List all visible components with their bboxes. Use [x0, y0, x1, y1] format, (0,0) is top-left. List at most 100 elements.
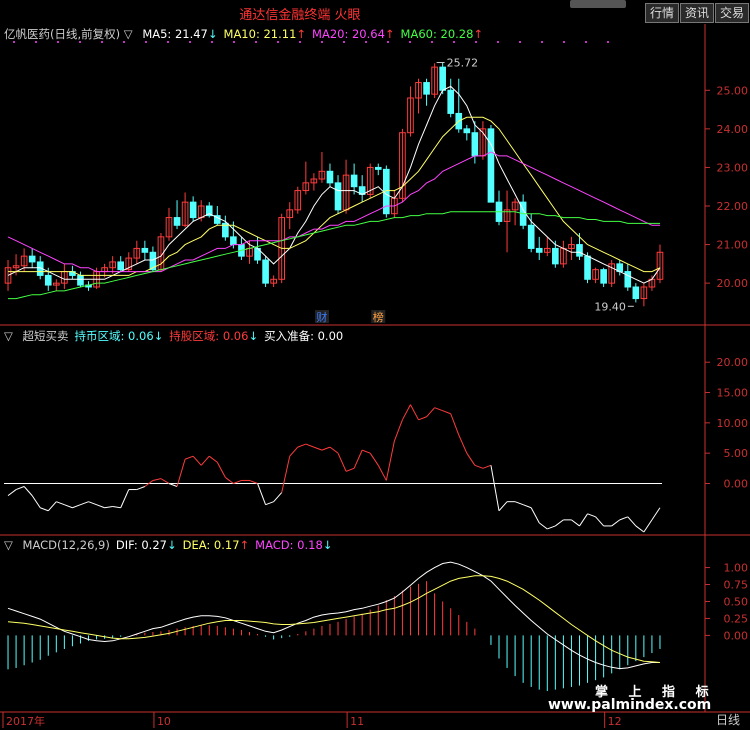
down-candle: [334, 182, 342, 211]
down-candle: [77, 274, 84, 286]
indicator-segment: [321, 446, 331, 451]
x-tick-label: 2017年: [6, 714, 45, 728]
indicator-segment: [401, 404, 411, 421]
indicator-segment: [305, 443, 315, 448]
signal-dot: [255, 41, 257, 43]
indicator-segment: [176, 459, 186, 487]
signal-dot: [299, 41, 301, 43]
y-tick-label: 22.00: [717, 200, 749, 213]
down-candle: [584, 255, 591, 280]
down-candle: [552, 247, 559, 265]
indicator-segment: [192, 455, 202, 466]
stock-chart[interactable]: 20.00 21.00 22.00 23.00 24.00 25.00 0.00 5.00 10…: [0, 0, 750, 730]
signal-dot: [79, 41, 81, 43]
y-tick-label: 23.00: [717, 161, 749, 174]
indicator-segment: [571, 519, 580, 527]
signal-dot: [387, 41, 389, 43]
site-watermark: www.palmindex.com: [548, 697, 712, 713]
down-candle: [326, 170, 334, 184]
indicator-segment: [337, 452, 347, 472]
down-candle: [632, 286, 640, 300]
signal-dot: [343, 41, 345, 43]
indicator-segment: [514, 501, 524, 506]
low-price-label: 19.40: [594, 300, 626, 313]
indicator-segment: [498, 501, 508, 512]
ma20-line: [7, 151, 660, 273]
event-marker-0: 财: [316, 310, 327, 324]
indicator-segment: [329, 446, 339, 454]
signal-dot: [233, 41, 235, 43]
signal-dot: [101, 41, 103, 43]
indicator-segment: [112, 506, 121, 509]
indicator-segment: [450, 413, 460, 436]
signal-dot: [57, 41, 59, 43]
signal-dot: [497, 41, 499, 43]
signal-dot: [607, 41, 609, 43]
indicator-segment: [136, 486, 146, 491]
signal-dot: [431, 41, 433, 43]
indicator-segment: [361, 449, 371, 454]
indicator-segment: [530, 507, 540, 524]
event-marker-1: 榜: [373, 310, 384, 324]
signal-dot: [519, 41, 521, 43]
indicator-segment: [393, 419, 403, 442]
indicator-segment: [643, 519, 653, 533]
indicator-segment: [547, 525, 556, 530]
indicator-segment: [216, 462, 226, 478]
down-candle: [439, 66, 446, 91]
indicator-segment: [442, 410, 451, 415]
indicator-segment: [651, 507, 661, 521]
signal-dot: [277, 41, 279, 43]
indicator-segment: [200, 455, 210, 466]
indicator-segment: [273, 492, 283, 503]
indicator-segment: [458, 434, 468, 454]
down-candle: [624, 271, 632, 288]
indicator-segment: [297, 443, 307, 448]
down-candle: [535, 247, 543, 253]
signal-dot: [453, 41, 455, 43]
indicator-segment: [369, 452, 379, 466]
y-tick-label: 25.00: [717, 84, 749, 97]
indicator-segment: [72, 504, 81, 509]
indicator-segment: [23, 486, 33, 496]
y-tick-label: 0.75: [724, 579, 749, 592]
indicator-segment: [56, 501, 65, 506]
signal-dot: [211, 41, 213, 43]
signal-dot: [167, 41, 169, 43]
indicator-segment: [522, 504, 532, 509]
indicator-segment: [15, 486, 25, 491]
indicator-segment: [7, 489, 17, 497]
down-candle: [117, 261, 125, 271]
indicator-segment: [31, 495, 41, 509]
signal-dot: [563, 41, 565, 43]
indicator-segment: [377, 465, 387, 481]
indicator-segment: [257, 483, 267, 505]
indicator-segment: [40, 507, 49, 512]
y-tick-label: 20.00: [717, 277, 749, 290]
indicator-segment: [474, 464, 484, 469]
signal-dot: [145, 41, 147, 43]
indicator-segment: [281, 456, 291, 493]
indicator-segment: [490, 465, 500, 511]
indicator-segment: [64, 504, 73, 509]
high-price-label: 25.72: [447, 57, 479, 70]
signal-dot: [585, 41, 587, 43]
indicator-segment: [418, 416, 427, 421]
indicator-segment: [289, 446, 299, 457]
y-tick-label: 21.00: [717, 239, 749, 252]
down-candle: [28, 255, 36, 263]
indicator-segment: [152, 478, 162, 481]
signal-dot: [189, 41, 191, 43]
indicator-segment: [595, 516, 605, 527]
indicator-segment: [466, 452, 476, 466]
indicator-segment: [96, 504, 105, 509]
indicator-segment: [184, 455, 194, 460]
indicator-segment: [635, 525, 645, 533]
ma10-line: [8, 116, 661, 276]
indicator-segment: [410, 404, 419, 421]
down-candle: [44, 274, 52, 286]
x-tick-label: 11: [350, 715, 364, 728]
down-candle: [423, 82, 430, 95]
down-candle: [173, 217, 181, 226]
down-candle: [374, 166, 382, 170]
